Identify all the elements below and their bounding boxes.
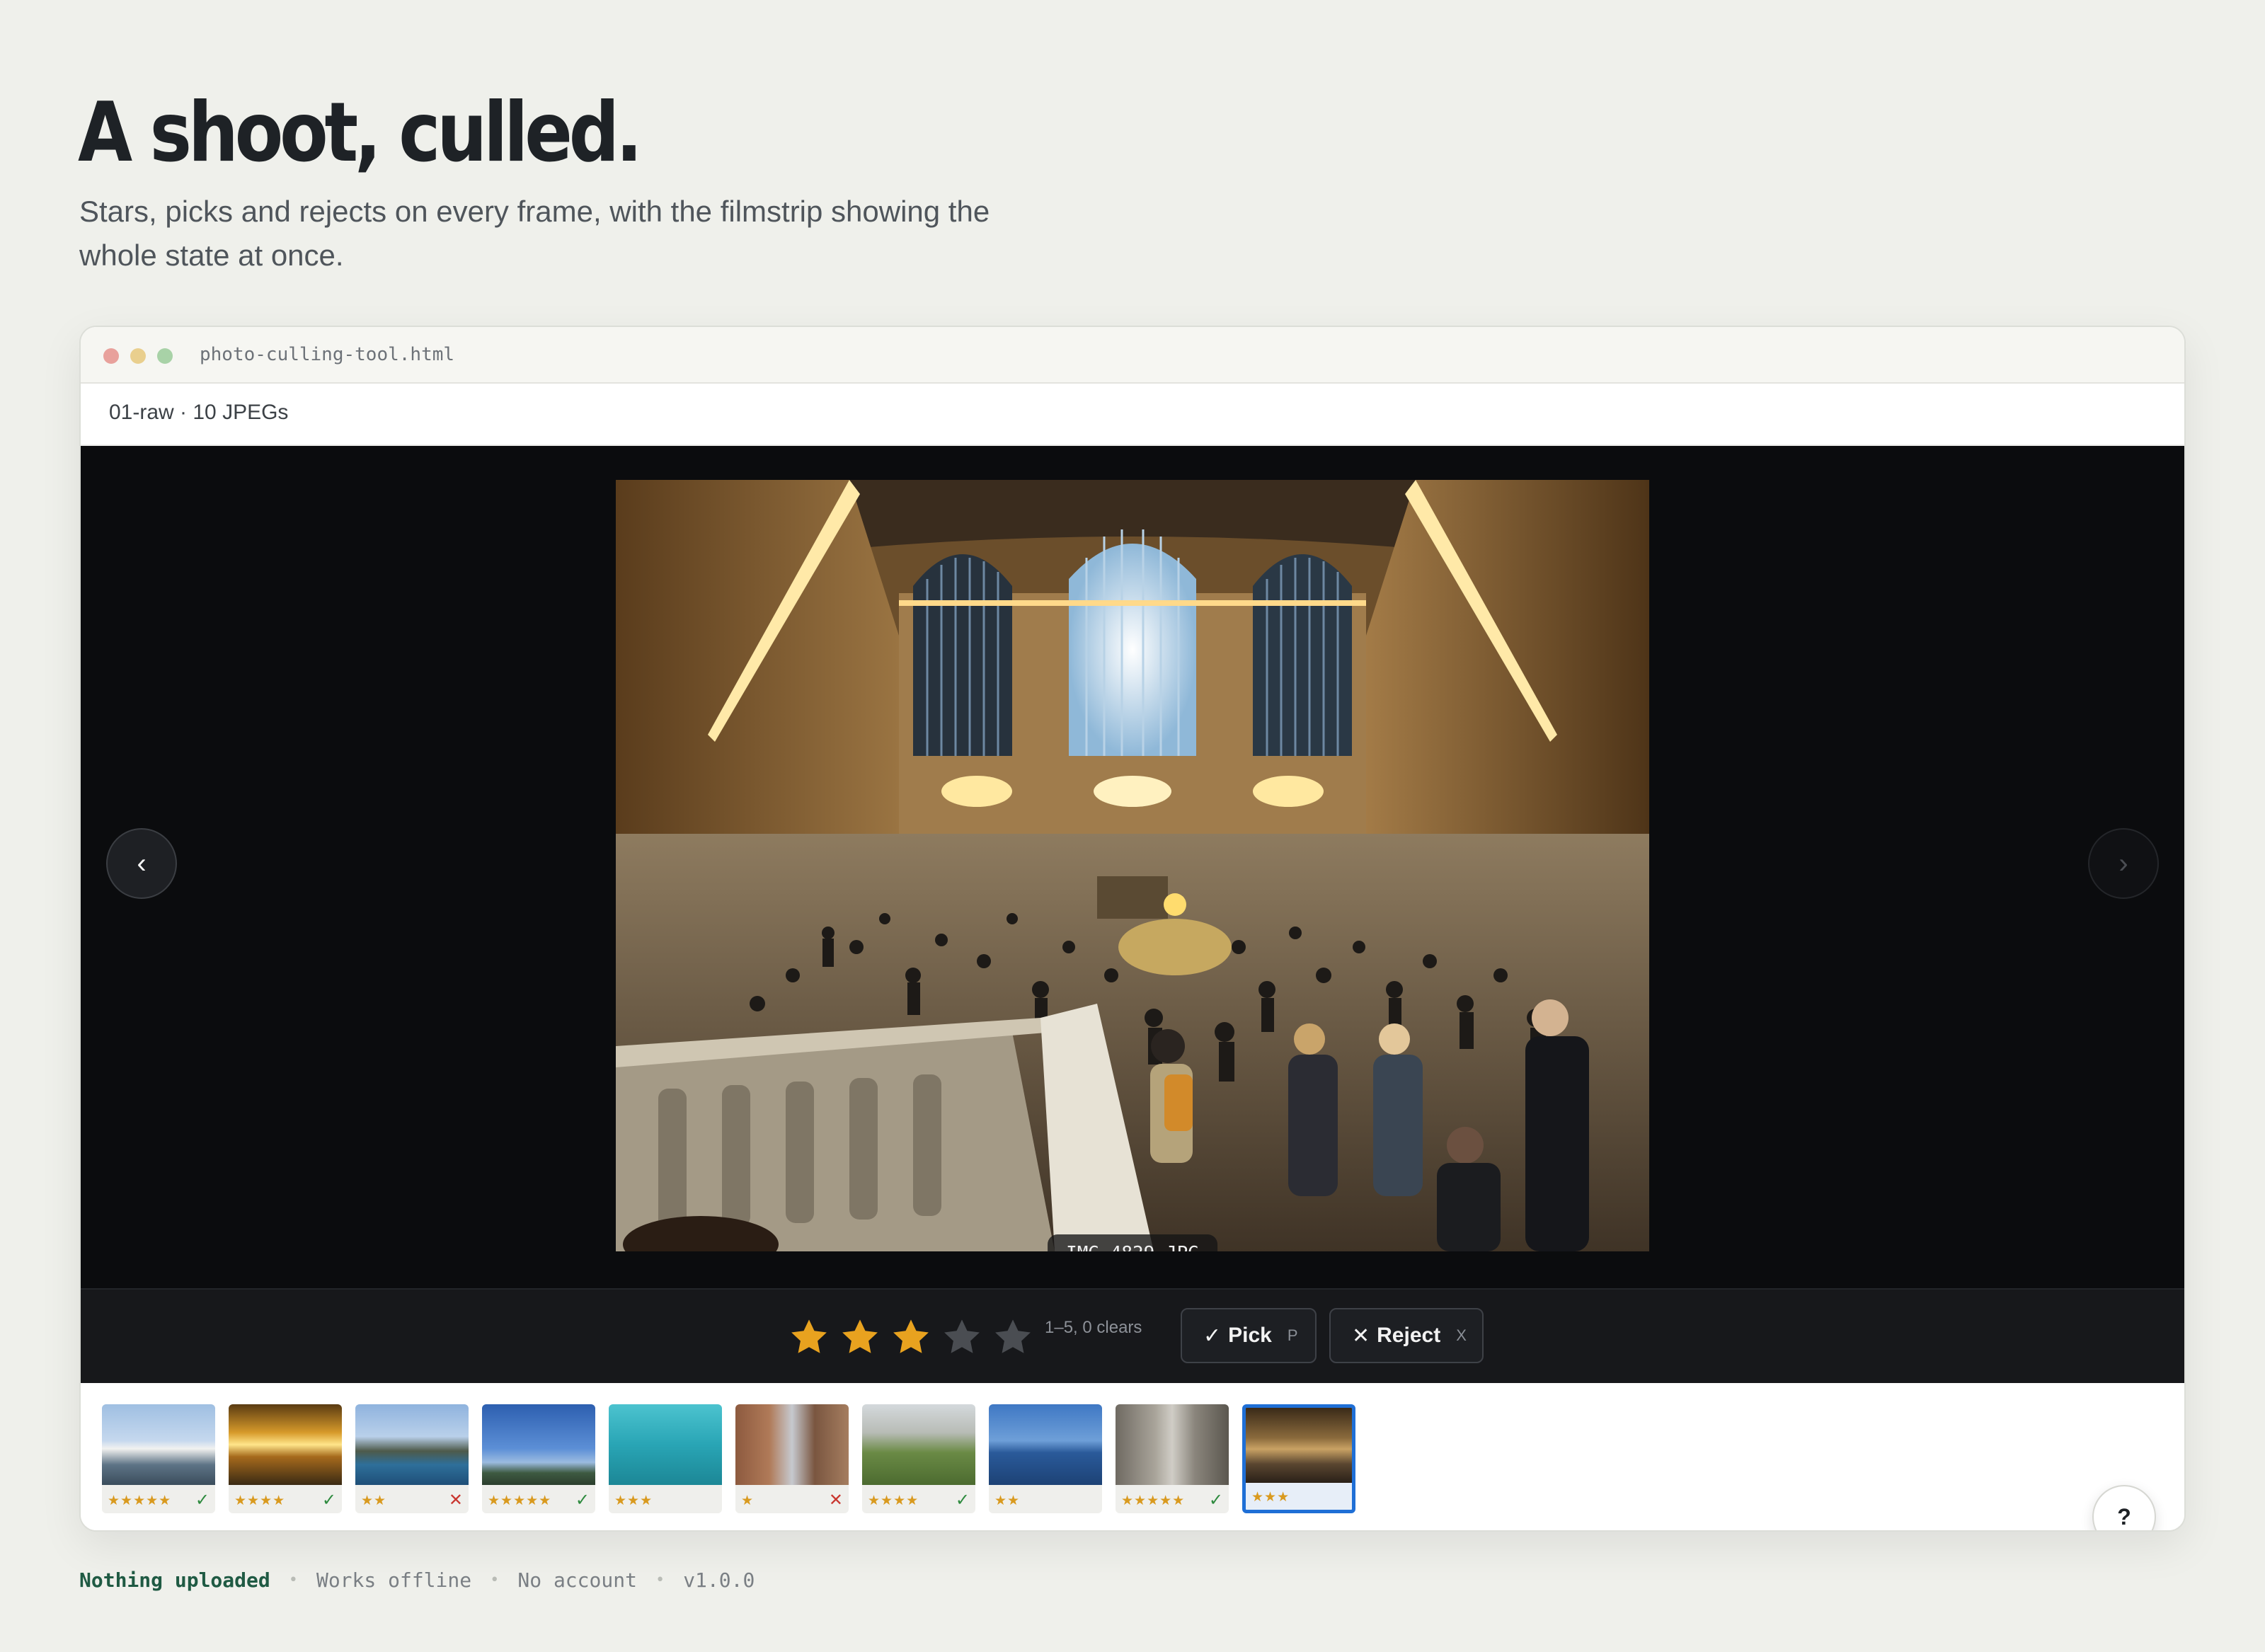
filmstrip-thumb[interactable]: ★★ [989, 1404, 1102, 1513]
footer-separator: • [490, 1571, 500, 1589]
thumb-image [989, 1404, 1102, 1485]
filmstrip-thumb[interactable]: ★★ ✕ [355, 1404, 469, 1513]
thumb-star-rating: ★ [741, 1493, 755, 1508]
photo-viewer: ‹ › [81, 446, 2184, 1288]
check-icon: ✓ [1203, 1324, 1222, 1348]
thumb-star-rating: ★★★★★ [108, 1493, 172, 1508]
thumb-image [609, 1404, 722, 1485]
star-icon[interactable] [992, 1317, 1033, 1358]
thumb-image [1116, 1404, 1229, 1485]
thumb-image [102, 1404, 215, 1485]
chevron-right-icon: › [2118, 847, 2128, 879]
next-photo-button[interactable]: › [2088, 828, 2159, 899]
grand-central-photo-image [616, 480, 1649, 1251]
pick-label: Pick [1228, 1324, 1272, 1347]
star-icon[interactable] [789, 1317, 830, 1358]
folder-info: 01-raw · 10 JPEGs [109, 401, 289, 424]
star-icon[interactable] [839, 1317, 881, 1358]
footer: Nothing uploaded • Works offline • No ac… [79, 1568, 755, 1592]
current-filename: IMG_4829.JPG [1048, 1234, 1217, 1251]
app-window: photo-culling-tool.html 01-raw · 10 JPEG… [79, 326, 2186, 1532]
filmstrip-thumb[interactable]: ★★★★ ✓ [862, 1404, 975, 1513]
pick-check-icon: ✓ [955, 1491, 970, 1510]
thumb-image [355, 1404, 469, 1485]
rating-hint: 1–5, 0 clears [1045, 1318, 1142, 1337]
star-icon[interactable] [890, 1317, 931, 1358]
x-icon: ✕ [1352, 1324, 1370, 1348]
thumb-star-rating: ★★★★ [234, 1493, 286, 1508]
window-title: photo-culling-tool.html [200, 344, 455, 365]
thumb-star-rating: ★★ [994, 1493, 1021, 1508]
main-photo: IMG_4829.JPG [616, 480, 1649, 1251]
thumb-star-rating: ★★ [361, 1493, 387, 1508]
footer-separator: • [288, 1571, 298, 1589]
page-title: A shoot, culled. [78, 85, 643, 180]
filmstrip-thumb[interactable]: ★★★ [1242, 1404, 1355, 1513]
thumb-image [735, 1404, 849, 1485]
filmstrip-thumb[interactable]: ★ ✕ [735, 1404, 849, 1513]
reject-shortcut: X [1456, 1326, 1467, 1344]
window-titlebar: photo-culling-tool.html [81, 327, 2184, 384]
filmstrip: ? ★★★★★ ✓ ★★★★ ✓ ★★ ✕ ★★★★★ ✓ ★★★ ★ ✕ ★★★★ ✓ ★★ ★★★★★ ✓… [81, 1383, 2184, 1530]
reject-button[interactable]: ✕ Reject X [1329, 1308, 1484, 1363]
thumb-star-rating: ★★★★★ [488, 1493, 552, 1508]
star-icon[interactable] [941, 1317, 982, 1358]
pick-button[interactable]: ✓ Pick P [1181, 1308, 1317, 1363]
reject-x-icon: ✕ [828, 1491, 843, 1510]
reject-label: Reject [1377, 1324, 1441, 1347]
minimize-dot-icon[interactable] [130, 348, 146, 364]
footer-item-account: No account [517, 1568, 637, 1592]
pick-check-icon: ✓ [1208, 1491, 1223, 1510]
footer-item-offline: Works offline [316, 1568, 472, 1592]
star-rating [789, 1317, 1033, 1358]
thumb-image [482, 1404, 595, 1485]
pick-check-icon: ✓ [321, 1491, 336, 1510]
footer-separator: • [655, 1571, 665, 1589]
thumb-star-rating: ★★★ [1251, 1490, 1290, 1505]
filmstrip-thumb[interactable]: ★★★★★ ✓ [482, 1404, 595, 1513]
filmstrip-thumb[interactable]: ★★★★ ✓ [229, 1404, 342, 1513]
thumb-image [862, 1404, 975, 1485]
page-subtitle: Stars, picks and rejects on every frame,… [79, 195, 990, 272]
thumb-image [1246, 1408, 1352, 1483]
pick-check-icon: ✓ [195, 1491, 210, 1510]
pick-check-icon: ✓ [575, 1491, 590, 1510]
help-button[interactable]: ? [2092, 1485, 2156, 1530]
maximize-dot-icon[interactable] [157, 348, 173, 364]
footer-item-version: v1.0.0 [683, 1568, 755, 1592]
filmstrip-thumb[interactable]: ★★★ [609, 1404, 722, 1513]
close-dot-icon[interactable] [103, 348, 119, 364]
pick-shortcut: P [1287, 1326, 1298, 1344]
reject-x-icon: ✕ [448, 1491, 463, 1510]
chevron-left-icon: ‹ [137, 847, 147, 879]
rating-toolbar: 1–5, 0 clears ✓ Pick P ✕ Reject X [81, 1288, 2184, 1383]
thumb-image [229, 1404, 342, 1485]
footer-item-uploads: Nothing uploaded [79, 1568, 270, 1592]
folder-bar: 01-raw · 10 JPEGs [81, 384, 2184, 446]
thumb-star-rating: ★★★★★ [1121, 1493, 1186, 1508]
thumb-star-rating: ★★★ [614, 1493, 653, 1508]
filmstrip-thumb[interactable]: ★★★★★ ✓ [1116, 1404, 1229, 1513]
filmstrip-thumb[interactable]: ★★★★★ ✓ [102, 1404, 215, 1513]
thumb-star-rating: ★★★★ [868, 1493, 919, 1508]
previous-photo-button[interactable]: ‹ [106, 828, 177, 899]
